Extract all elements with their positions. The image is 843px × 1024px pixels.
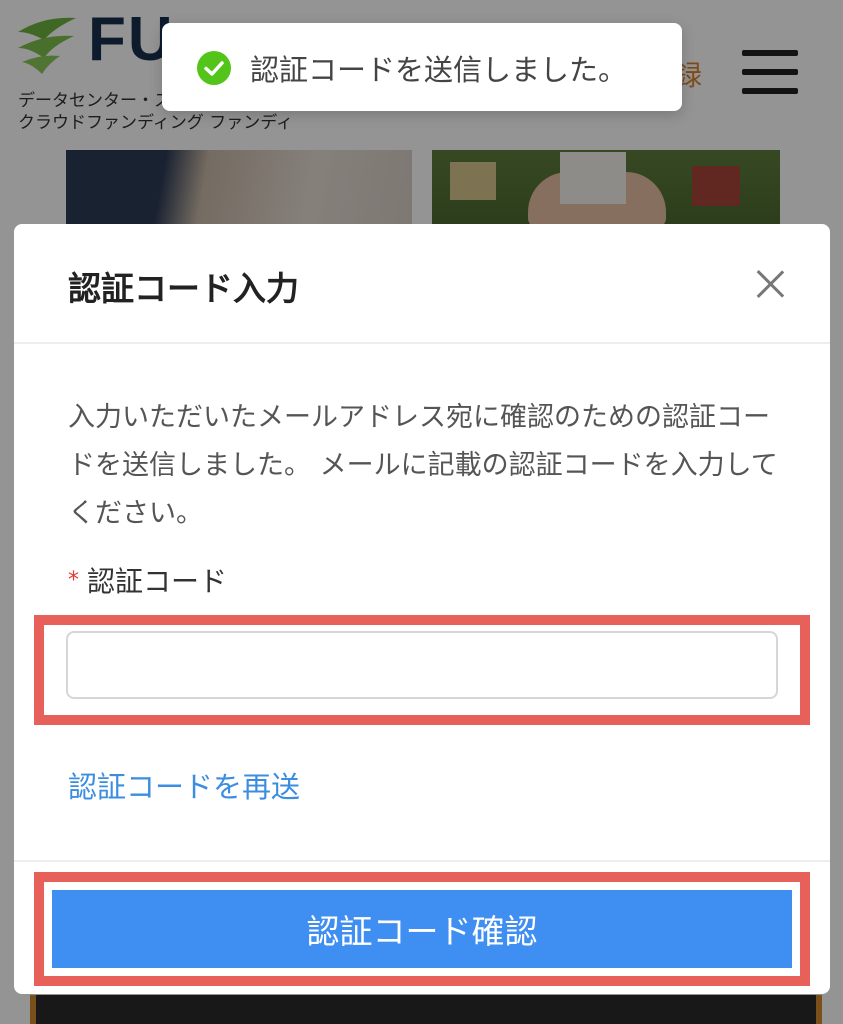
resend-code-link[interactable]: 認証コードを再送 <box>68 764 300 806</box>
required-mark: * <box>68 568 79 593</box>
footer-divider <box>14 860 830 862</box>
modal-title: 認証コード入力 <box>68 269 299 308</box>
confirm-code-button[interactable]: 認証コード確認 <box>52 890 792 968</box>
verification-code-modal: 認証コード入力 入力いただいたメールアドレス宛に確認のための認証コードを送信しま… <box>14 224 830 994</box>
verification-code-label-text: 認証コード <box>87 565 228 598</box>
verification-code-input[interactable] <box>66 631 778 699</box>
check-circle-icon <box>197 51 231 85</box>
modal-description: 入力いただいたメールアドレス宛に確認のための認証コードを送信しました。 メールに… <box>68 402 778 529</box>
verification-code-label: * 認証コード <box>68 560 227 600</box>
success-toast: 認証コードを送信しました。 <box>162 23 682 111</box>
close-icon[interactable] <box>752 266 788 302</box>
toast-message: 認証コードを送信しました。 <box>250 53 628 87</box>
modal-header: 認証コード入力 <box>14 224 830 344</box>
